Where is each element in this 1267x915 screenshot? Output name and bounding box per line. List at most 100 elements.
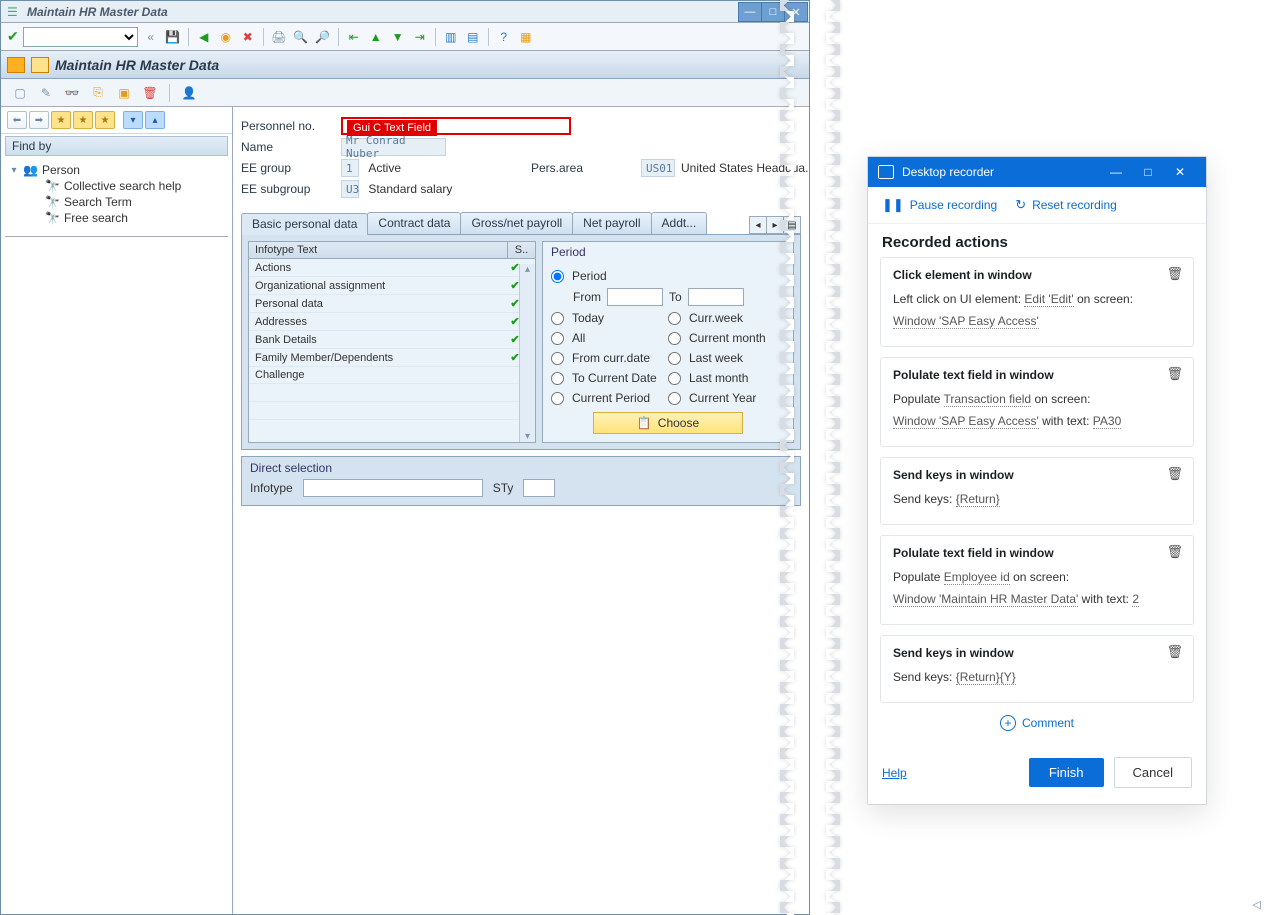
print-icon[interactable]: 🖨 [270, 28, 288, 46]
infotype-input[interactable] [303, 479, 483, 497]
card-link[interactable]: {Return} [956, 492, 1000, 507]
display-icon[interactable]: 👓 [63, 84, 81, 102]
nav-forward-button[interactable]: ➡ [29, 111, 49, 129]
infotype-row[interactable]: Challenge [249, 367, 535, 384]
radio-input[interactable] [668, 332, 681, 345]
delete-action-button[interactable]: 🗑 [1166, 466, 1183, 482]
tab-scroll-right-button[interactable]: ▸ [766, 216, 784, 234]
back-icon[interactable]: ◀ [195, 28, 213, 46]
history-back-icon[interactable]: « [142, 28, 160, 46]
card-link[interactable]: 2 [1132, 592, 1139, 607]
card-link[interactable]: Edit 'Edit' [1024, 292, 1073, 307]
radio-input[interactable] [551, 352, 564, 365]
card-link[interactable]: Window 'SAP Easy Access' [893, 314, 1039, 329]
infotype-scrollbar[interactable]: ▴▾ [519, 264, 535, 442]
tree-item-person[interactable]: ▾ 👥 Person [7, 162, 232, 178]
radio-today[interactable]: Today [551, 308, 668, 328]
radio-from-curr-date[interactable]: From curr.date [551, 348, 668, 368]
card-link[interactable]: Window 'SAP Easy Access' [893, 414, 1039, 429]
choose-button[interactable]: 📋 Choose [593, 412, 743, 434]
pause-recording-button[interactable]: ❚❚ Pause recording [882, 197, 997, 213]
infotype-row[interactable]: Organizational assignment✔ [249, 277, 535, 295]
prev-page-icon[interactable]: ▲ [367, 28, 385, 46]
add-comment-button[interactable]: + Comment [868, 703, 1206, 745]
infotype-row[interactable]: Personal data✔ [249, 295, 535, 313]
tree-item[interactable]: 🔭 Free search [7, 210, 232, 226]
radio-current-month[interactable]: Current month [668, 328, 785, 348]
help-link[interactable]: Help [882, 766, 907, 780]
exit-icon[interactable]: ◉ [217, 28, 235, 46]
copy-icon[interactable]: ⎘ [89, 84, 107, 102]
recorder-minimize-button[interactable]: — [1100, 157, 1132, 187]
find-icon[interactable]: 🔍 [292, 28, 310, 46]
tab-contract-data[interactable]: Contract data [367, 212, 461, 234]
sty-input[interactable] [523, 479, 555, 497]
create-icon[interactable]: ▢ [11, 84, 29, 102]
status-resize-icon[interactable]: ◁ [1253, 898, 1261, 911]
card-link[interactable]: Window 'Maintain HR Master Data' [893, 592, 1078, 607]
cancel-button[interactable]: Cancel [1114, 757, 1192, 788]
radio-current-year[interactable]: Current Year [668, 388, 785, 408]
nav-fav-button[interactable]: ★ [73, 111, 93, 129]
tab-net-payroll[interactable]: Net payroll [572, 212, 651, 234]
delete-action-button[interactable]: 🗑 [1166, 266, 1183, 282]
cancel-icon[interactable]: ✖ [239, 28, 257, 46]
delimit-icon[interactable]: ▣ [115, 84, 133, 102]
delete-icon[interactable]: 🗑 [141, 84, 159, 102]
window-minimize-button[interactable]: — [738, 2, 762, 22]
radio-to-current-date[interactable]: To Current Date [551, 368, 668, 388]
tab-scroll-left-button[interactable]: ◂ [749, 216, 767, 234]
help-icon[interactable]: ? [495, 28, 513, 46]
delete-action-button[interactable]: 🗑 [1166, 644, 1183, 660]
recorder-maximize-button[interactable]: □ [1132, 157, 1164, 187]
find-next-icon[interactable]: 🔎 [314, 28, 332, 46]
shortcut-icon[interactable]: ▤ [464, 28, 482, 46]
radio-input[interactable] [551, 332, 564, 345]
radio-curr-week[interactable]: Curr.week [668, 308, 785, 328]
tab-additional[interactable]: Addt... [651, 212, 708, 234]
edit-icon[interactable]: ✎ [37, 84, 55, 102]
infotype-row[interactable]: Bank Details✔ [249, 331, 535, 349]
command-field[interactable] [23, 27, 138, 47]
radio-input[interactable] [668, 372, 681, 385]
ok-check-icon[interactable]: ✔ [7, 28, 19, 45]
infotype-row[interactable]: Addresses✔ [249, 313, 535, 331]
card-link[interactable]: PA30 [1093, 414, 1121, 429]
layout-icon[interactable]: ▦ [517, 28, 535, 46]
first-page-icon[interactable]: ⇤ [345, 28, 363, 46]
period-to-input[interactable] [688, 288, 744, 306]
recorder-close-button[interactable]: ✕ [1164, 157, 1196, 187]
delete-action-button[interactable]: 🗑 [1166, 544, 1183, 560]
radio-input[interactable] [668, 352, 681, 365]
nav-back-button[interactable]: ⬅ [7, 111, 27, 129]
tab-list-button[interactable]: ▤ [783, 216, 801, 234]
delete-action-button[interactable]: 🗑 [1166, 366, 1183, 382]
menu-icon[interactable]: ☰ [7, 5, 21, 19]
tree-item[interactable]: 🔭 Search Term [7, 194, 232, 210]
radio-input[interactable] [551, 392, 564, 405]
card-link[interactable]: {Return}{Y} [956, 670, 1016, 685]
tab-gross-net-payroll[interactable]: Gross/net payroll [460, 212, 573, 234]
period-from-input[interactable] [607, 288, 663, 306]
nav-collapse-button[interactable]: ▴ [145, 111, 165, 129]
nav-expand-button[interactable]: ▾ [123, 111, 143, 129]
radio-all[interactable]: All [551, 328, 668, 348]
radio-last-month[interactable]: Last month [668, 368, 785, 388]
window-close-button[interactable]: ✕ [784, 2, 808, 22]
save-icon[interactable]: 💾 [164, 28, 182, 46]
new-session-icon[interactable]: ▥ [442, 28, 460, 46]
reset-recording-button[interactable]: ↻ Reset recording [1015, 197, 1117, 213]
overview-icon[interactable]: 👤 [180, 84, 198, 102]
finish-button[interactable]: Finish [1029, 758, 1104, 787]
radio-period-input[interactable] [551, 270, 564, 283]
radio-input[interactable] [551, 372, 564, 385]
radio-input[interactable] [668, 392, 681, 405]
nav-fav-add-button[interactable]: ★ [51, 111, 71, 129]
infotype-row[interactable]: Actions✔ [249, 259, 535, 277]
card-link[interactable]: Employee id [944, 570, 1010, 585]
tree-twisty-icon[interactable]: ▾ [9, 165, 19, 176]
infotype-row[interactable]: Family Member/Dependents✔ [249, 349, 535, 367]
radio-last-week[interactable]: Last week [668, 348, 785, 368]
window-maximize-button[interactable]: □ [761, 2, 785, 22]
radio-current-period[interactable]: Current Period [551, 388, 668, 408]
